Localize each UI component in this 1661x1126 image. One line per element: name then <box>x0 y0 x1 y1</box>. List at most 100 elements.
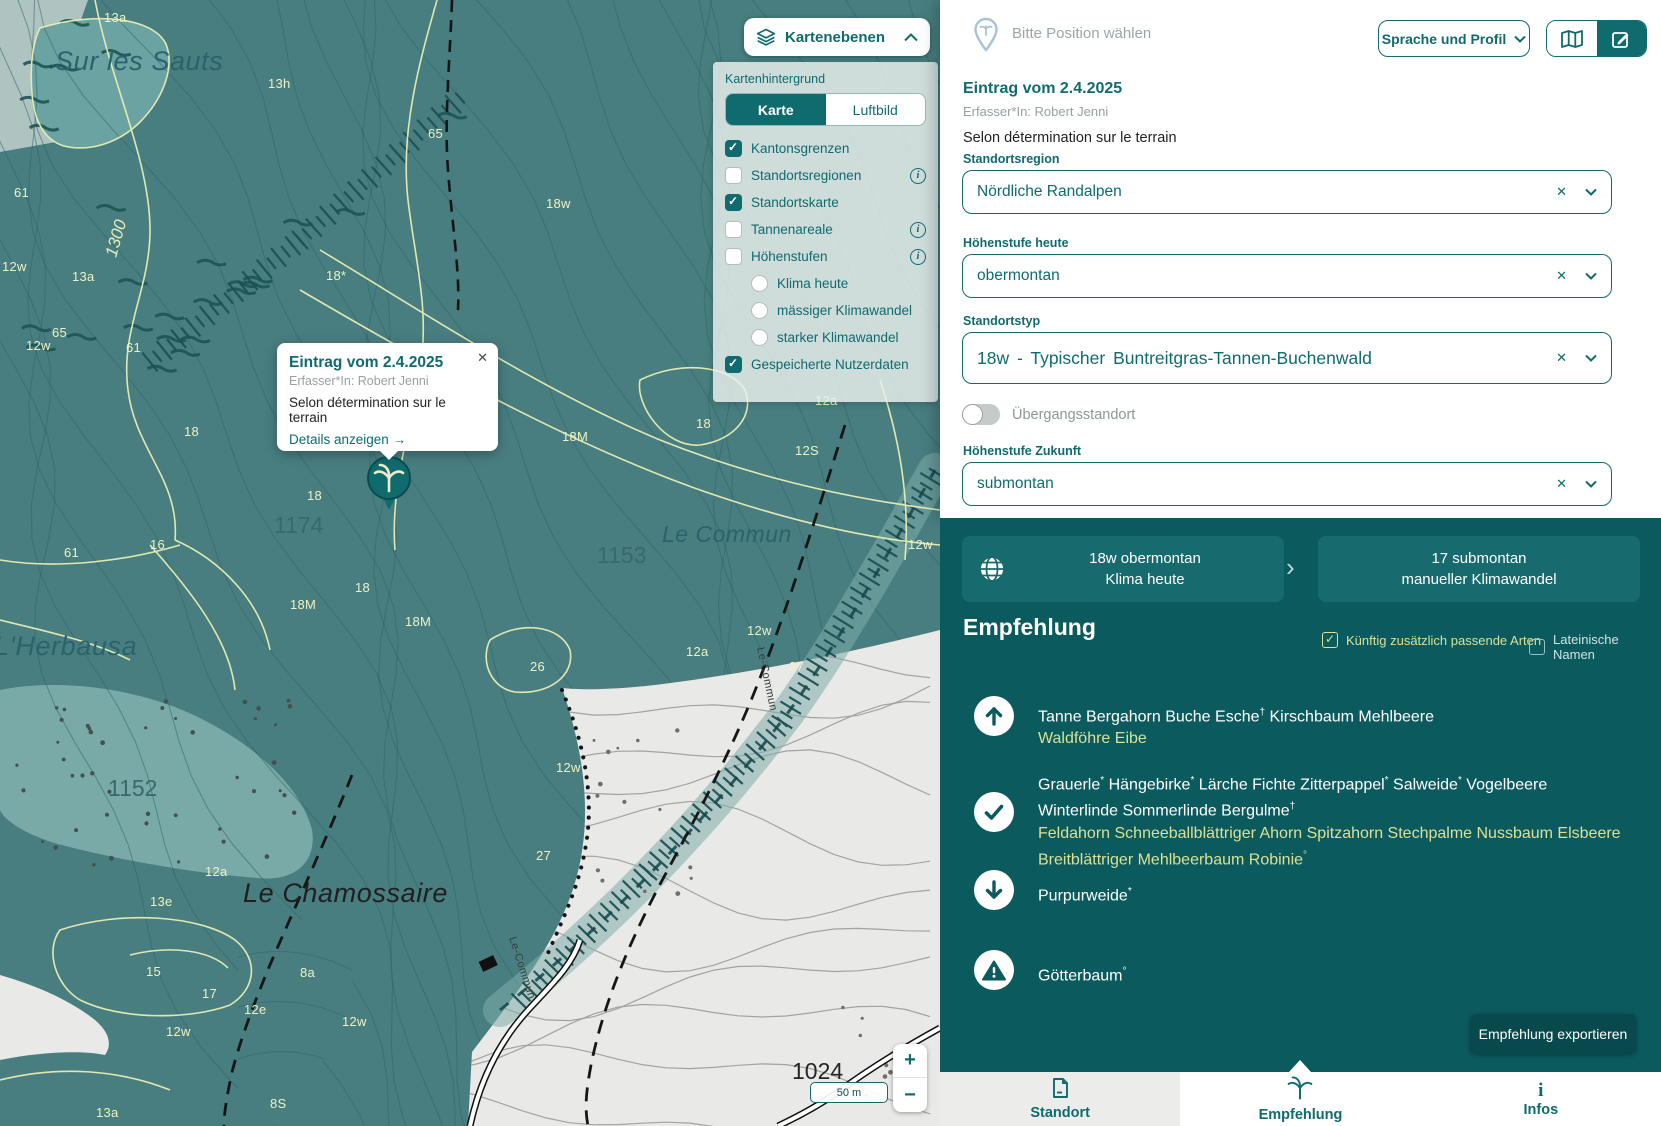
tab-infos[interactable]: iInfos <box>1421 1072 1661 1126</box>
view-mode-toggle <box>1546 20 1647 57</box>
layer-toggle-list: KantonsgrenzenStandortsregioneni Standort… <box>725 135 926 378</box>
map-label: 1174 <box>274 512 324 538</box>
checkbox-unchecked-icon[interactable] <box>725 221 742 238</box>
active-tab-caret <box>1289 1060 1311 1072</box>
map-layers-button[interactable]: Kartenebenen <box>744 18 930 56</box>
warning-icon <box>974 950 1014 990</box>
climate-future-chip[interactable]: 17 submontan manueller Klimawandel <box>1318 536 1640 602</box>
map-label: 12w <box>556 760 581 775</box>
layer-row-kantonsgrenzen[interactable]: Kantonsgrenzen <box>725 135 926 162</box>
radio-icon[interactable] <box>751 275 768 292</box>
layer-label: Standortskarte <box>751 195 839 210</box>
language-profile-label: Sprache und Profil <box>1382 31 1506 47</box>
export-recommendation-button[interactable]: Empfehlung exportieren <box>1470 1014 1636 1054</box>
field-label-standortstyp: Standortstyp <box>963 314 1040 328</box>
layer-row-h-henstufen[interactable]: Höhenstufen i <box>725 243 926 270</box>
future-species-checkbox[interactable]: Künftig zusätzlich passende Arten <box>1322 632 1541 648</box>
map-area[interactable]: Sur les SautsL'HerbausaLe ChamossaireLe … <box>0 0 940 1126</box>
layer-row-starker-klimawandel[interactable]: starker Klimawandel <box>725 324 926 351</box>
layer-label: Klima heute <box>777 276 848 291</box>
layers-panel-title: Kartenhintergrund <box>725 72 926 86</box>
popup-author: Erfasser*In: Robert Jenni <box>289 374 486 388</box>
chevron-down-icon[interactable] <box>1585 354 1597 362</box>
standortstyp-select[interactable]: 18w - Typischer Buntreitgras-Tannen-Buch… <box>962 332 1612 384</box>
zoom-out-button[interactable]: − <box>893 1078 927 1112</box>
checkbox-checked-icon[interactable] <box>725 140 742 157</box>
hoehenstufe-heute-select[interactable]: obermontan ✕ <box>962 254 1612 298</box>
climate-today-chip[interactable]: 18w obermontan Klima heute <box>962 536 1284 602</box>
edit-view-button[interactable] <box>1597 21 1647 56</box>
popup-close-icon[interactable]: ✕ <box>477 350 488 366</box>
map-label: 61 <box>14 185 29 200</box>
latin-names-checkbox[interactable]: Lateinische Namen <box>1529 632 1661 662</box>
edit-icon <box>1611 29 1631 49</box>
clear-icon[interactable]: ✕ <box>1556 268 1567 284</box>
checkbox-checked-icon[interactable] <box>725 194 742 211</box>
map-label: 27 <box>789 659 804 674</box>
layer-row-m-ssiger-klimawandel[interactable]: mässiger Klimawandel <box>725 297 926 324</box>
map-label: 61 <box>126 340 141 355</box>
layer-row-standortsregionen[interactable]: Standortsregioneni <box>725 162 926 189</box>
checkbox-icon <box>1529 639 1545 655</box>
layer-label: Höhenstufen <box>751 249 828 264</box>
map-label: 61 <box>64 545 79 560</box>
checkbox-checked-icon[interactable] <box>725 356 742 373</box>
entry-author: Erfasser*In: Robert Jenni <box>963 104 1108 119</box>
map-label: 12a <box>205 864 228 879</box>
map-layers-panel: Kartenhintergrund Karte Luftbild Kantons… <box>713 62 938 402</box>
tab-label: Infos <box>1524 1102 1559 1118</box>
latin-names-label: Lateinische Namen <box>1553 632 1661 662</box>
radio-icon[interactable] <box>751 302 768 319</box>
language-profile-button[interactable]: Sprache und Profil <box>1378 20 1530 57</box>
map-label: 12w <box>2 259 27 274</box>
map-label: 13h <box>268 76 291 91</box>
uebergangsstandort-toggle[interactable] <box>962 404 1000 425</box>
future-species-label: Künftig zusätzlich passende Arten <box>1346 633 1541 648</box>
info-icon[interactable]: i <box>910 168 926 184</box>
tab-label: Standort <box>1030 1105 1090 1121</box>
hoehenstufe-zukunft-select[interactable]: submontan ✕ <box>962 462 1612 506</box>
checkbox-unchecked-icon[interactable] <box>725 167 742 184</box>
layer-row-tannenareale[interactable]: Tannenarealei <box>725 216 926 243</box>
clear-icon[interactable]: ✕ <box>1556 476 1567 492</box>
arrow-up-icon <box>974 696 1014 736</box>
tab-empfehlung[interactable]: Empfehlung <box>1180 1072 1420 1126</box>
chevron-down-icon[interactable] <box>1585 272 1597 280</box>
map-label: 18M <box>562 429 588 444</box>
map-label: 12w <box>908 537 933 552</box>
info-icon[interactable]: i <box>910 249 926 265</box>
tree-icon <box>1287 1075 1313 1105</box>
map-label: 13a <box>104 10 127 25</box>
popup-details-link[interactable]: Details anzeigen → <box>289 432 486 447</box>
map-view-button[interactable] <box>1547 21 1597 56</box>
tab-standort[interactable]: Standort <box>940 1072 1180 1126</box>
species-row: Tanne Bergahorn Buche Esche† Kirschbaum … <box>1038 702 1628 750</box>
layer-row-gespeicherte-nutzerdaten[interactable]: Gespeicherte Nutzerdaten <box>725 351 926 378</box>
radio-icon[interactable] <box>751 329 768 346</box>
chevron-down-icon[interactable] <box>1585 188 1597 196</box>
map-label: 1024 <box>792 1058 843 1084</box>
layer-row-klima-heute[interactable]: Klima heute <box>725 270 926 297</box>
map-label: 8a <box>300 965 316 980</box>
bottom-navigation: Standort EmpfehlungiInfos <box>940 1072 1661 1126</box>
chevron-up-icon <box>904 33 918 42</box>
standortsregion-select[interactable]: Nördliche Randalpen ✕ <box>962 170 1612 214</box>
zoom-in-button[interactable]: + <box>893 1044 927 1078</box>
info-icon[interactable]: i <box>910 222 926 238</box>
map-label: 18 <box>696 416 711 431</box>
layer-row-standortskarte[interactable]: Standortskarte <box>725 189 926 216</box>
basemap-option-luftbild[interactable]: Luftbild <box>826 94 926 125</box>
clear-icon[interactable]: ✕ <box>1556 350 1567 366</box>
clear-icon[interactable]: ✕ <box>1556 184 1567 200</box>
basemap-segmented-control: Karte Luftbild <box>725 93 926 126</box>
chevron-down-icon[interactable] <box>1585 480 1597 488</box>
hoehenstufe-heute-value: obermontan <box>977 267 1556 285</box>
map-label: 1152 <box>108 775 157 801</box>
basemap-option-karte[interactable]: Karte <box>726 94 826 125</box>
climate-today-text: 18w obermontan Klima heute <box>1006 548 1284 590</box>
map-label: 12a <box>686 644 709 659</box>
species-row: Götterbaum° <box>1038 961 1628 987</box>
checkbox-unchecked-icon[interactable] <box>725 248 742 265</box>
map-label: Le Chamossaire <box>243 878 448 908</box>
map-label: 16 <box>150 537 165 552</box>
